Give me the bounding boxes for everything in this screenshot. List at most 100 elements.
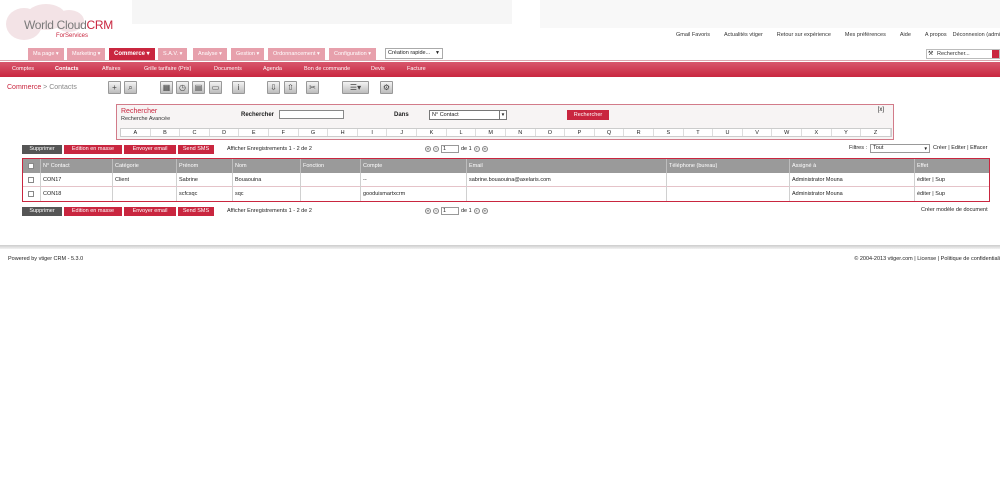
letter-k[interactable]: K xyxy=(417,129,447,136)
search-input[interactable] xyxy=(279,110,344,119)
column-header-phone[interactable]: Téléphone (bureau) xyxy=(667,159,790,173)
submenu-bon-de-commande[interactable]: Bon de commande xyxy=(304,62,350,77)
tag-cloud-icon[interactable]: ☰▾ xyxy=(342,81,369,94)
submenu-devis[interactable]: Devis xyxy=(371,62,385,77)
column-header-contact-no[interactable]: N° Contact xyxy=(41,159,113,173)
prev-page-icon[interactable]: ‹ xyxy=(433,146,439,152)
letter-g[interactable]: G xyxy=(299,129,329,136)
letter-h[interactable]: H xyxy=(328,129,358,136)
letter-v[interactable]: V xyxy=(743,129,773,136)
news-link[interactable]: Actualités vtiger xyxy=(724,32,763,38)
letter-t[interactable]: T xyxy=(684,129,714,136)
logo[interactable]: World CloudCRM ForServices xyxy=(6,4,116,44)
menu-my-page[interactable]: Ma page ▾ xyxy=(28,48,65,60)
search-go-button[interactable] xyxy=(992,50,999,58)
mass-edit-button[interactable]: Edition en masse xyxy=(64,145,122,154)
calendar-icon[interactable]: ▦ xyxy=(160,81,173,94)
cell-contact-no[interactable]: CON18 xyxy=(41,187,113,201)
feedback-link[interactable]: Retour sur expérience xyxy=(777,32,831,38)
logout-link[interactable]: Déconnexion (admi xyxy=(953,32,1000,38)
column-header-function[interactable]: Fonction xyxy=(301,159,361,173)
column-header-firstname[interactable]: Prénom xyxy=(177,159,233,173)
letter-p[interactable]: P xyxy=(565,129,595,136)
filter-select[interactable]: Tout ▼ xyxy=(870,144,930,153)
row-checkbox[interactable] xyxy=(28,177,34,183)
submenu-contacts[interactable]: Contacts xyxy=(55,62,79,77)
cell-actions[interactable]: éditer | Sup xyxy=(915,173,989,187)
page-input[interactable]: 1 xyxy=(441,145,459,153)
cell-email[interactable] xyxy=(467,187,667,201)
submenu-grille-tarifaire[interactable]: Grille tarifaire (Prix) xyxy=(144,62,191,77)
letter-a[interactable]: A xyxy=(121,129,151,136)
menu-marketing[interactable]: Marketing ▾ xyxy=(67,48,107,60)
first-page-icon[interactable]: « xyxy=(425,208,431,214)
cell-contact-no[interactable]: CON17 xyxy=(41,173,113,187)
footer-copyright[interactable]: © 2004-2013 vtiger.com | License | Polit… xyxy=(854,256,1000,262)
cell-lastname[interactable]: Bouaouina xyxy=(233,173,301,187)
submenu-agenda[interactable]: Agenda xyxy=(263,62,282,77)
letter-b[interactable]: B xyxy=(151,129,181,136)
menu-ordonnancement[interactable]: Ordonnancement ▾ xyxy=(268,48,326,60)
menu-configuration[interactable]: Configuration ▾ xyxy=(329,48,378,60)
column-header-account[interactable]: Compte xyxy=(361,159,467,173)
letter-o[interactable]: O xyxy=(536,129,566,136)
close-search-button[interactable]: [x] xyxy=(878,107,884,113)
mass-edit-button-bottom[interactable]: Edition en masse xyxy=(64,207,122,216)
row-checkbox[interactable] xyxy=(28,191,34,197)
cell-account[interactable]: gooduismartxcrm xyxy=(361,187,467,201)
prev-page-icon[interactable]: ‹ xyxy=(433,208,439,214)
letter-n[interactable]: N xyxy=(506,129,536,136)
about-link[interactable]: A propos xyxy=(925,32,947,38)
create-document-template-link[interactable]: Créer modèle de document xyxy=(921,207,988,213)
letter-f[interactable]: F xyxy=(269,129,299,136)
cell-email[interactable]: sabrine.bouaouina@axelaris.com xyxy=(467,173,667,187)
breadcrumb-module[interactable]: Commerce xyxy=(7,84,41,91)
delete-button-bottom[interactable]: Supprimer xyxy=(22,207,62,216)
column-header-category[interactable]: Catégorie xyxy=(113,159,177,173)
letter-q[interactable]: Q xyxy=(595,129,625,136)
cell-lastname[interactable]: sqc xyxy=(233,187,301,201)
column-header-assigned[interactable]: Assigné à xyxy=(790,159,915,173)
select-all-checkbox[interactable] xyxy=(28,163,34,169)
global-search-input[interactable]: ⚒ Rechercher... xyxy=(926,49,1000,59)
search-field-select[interactable]: N° Contact ▼ xyxy=(429,110,507,120)
send-email-button[interactable]: Envoyer email xyxy=(124,145,176,154)
preferences-link[interactable]: Mes préférences xyxy=(845,32,886,38)
chat-icon[interactable]: ▭ xyxy=(209,81,222,94)
merge-icon[interactable]: ✂ xyxy=(306,81,319,94)
cell-firstname[interactable]: scfcsqc xyxy=(177,187,233,201)
submenu-affaires[interactable]: Affaires xyxy=(102,62,121,77)
filter-links[interactable]: Créer | Editer | Effacer xyxy=(933,145,987,151)
help-link[interactable]: Aide xyxy=(900,32,911,38)
letter-y[interactable]: Y xyxy=(832,129,862,136)
column-header-email[interactable]: Email xyxy=(467,159,667,173)
search-icon[interactable]: ⌕ xyxy=(124,81,137,94)
send-sms-button-bottom[interactable]: Send SMS xyxy=(178,207,214,216)
letter-s[interactable]: S xyxy=(654,129,684,136)
submenu-documents[interactable]: Documents xyxy=(214,62,242,77)
next-page-icon[interactable]: › xyxy=(473,146,480,152)
search-button[interactable]: Rechercher xyxy=(567,110,609,120)
add-icon[interactable]: + xyxy=(108,81,121,94)
submenu-comptes[interactable]: Comptes xyxy=(12,62,34,77)
letter-c[interactable]: C xyxy=(180,129,210,136)
letter-w[interactable]: W xyxy=(772,129,803,136)
cell-actions[interactable]: éditer | Sup xyxy=(915,187,989,201)
calculator-icon[interactable]: ▤ xyxy=(192,81,205,94)
export-icon[interactable]: ⇧ xyxy=(284,81,297,94)
quick-create-select[interactable]: Création rapide... ▼ xyxy=(385,48,443,59)
menu-commerce[interactable]: Commerce ▾ xyxy=(109,48,156,60)
clock-icon[interactable]: ◷ xyxy=(176,81,189,94)
delete-button[interactable]: Supprimer xyxy=(22,145,62,154)
page-input[interactable]: 1 xyxy=(441,207,459,215)
advanced-search-link[interactable]: Recherche Avancée xyxy=(121,116,170,122)
next-page-icon[interactable]: › xyxy=(473,208,480,214)
letter-i[interactable]: I xyxy=(358,129,388,136)
column-header-lastname[interactable]: Nom xyxy=(233,159,301,173)
settings-icon[interactable]: ⚙ xyxy=(380,81,393,94)
letter-z[interactable]: Z xyxy=(861,129,891,136)
letter-r[interactable]: R xyxy=(624,129,654,136)
info-icon[interactable]: i xyxy=(232,81,245,94)
letter-x[interactable]: X xyxy=(802,129,832,136)
last-page-icon[interactable]: » xyxy=(481,146,488,152)
